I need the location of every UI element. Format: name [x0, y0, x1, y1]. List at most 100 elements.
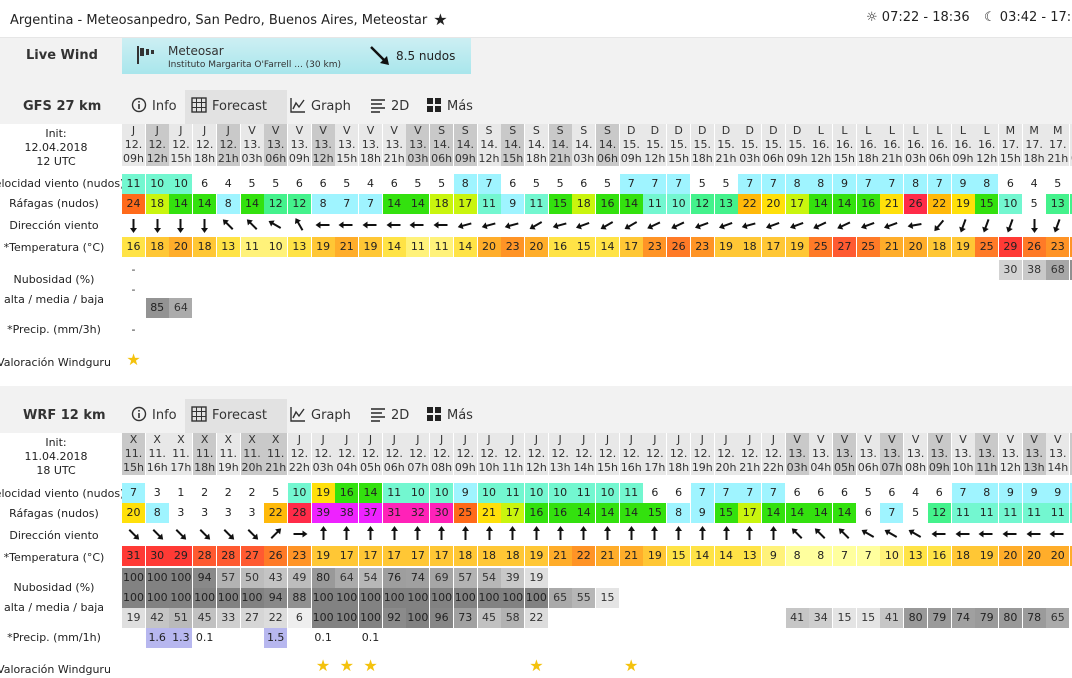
table-icon [191, 402, 207, 422]
temperature-cell: 27 [833, 237, 856, 257]
precipitation-cell: 1.5 [264, 628, 288, 648]
time-header: L 16. 15h [833, 124, 856, 166]
row-label: Valoración Windguru [0, 663, 111, 676]
tab-2d[interactable]: 2D [370, 399, 412, 433]
wind-direction-arrow [620, 524, 643, 544]
temperature-cell: 17 [382, 546, 406, 566]
temperature-cell: 19 [359, 237, 382, 257]
wind-speed-cell: 5 [596, 174, 619, 194]
temperature-cell: 19 [311, 237, 335, 257]
wind-speed-cell: 16 [335, 483, 359, 503]
gust-cell: 24 [122, 194, 145, 214]
wind-direction-arrow [264, 215, 287, 235]
wind-speed-cell: 7 [951, 483, 975, 503]
time-header: J 12. 15h [169, 124, 193, 166]
temperature-cell: 14 [453, 237, 477, 257]
temperature-cell: 28 [216, 546, 240, 566]
wind-direction-arrow [833, 524, 856, 544]
temperature-cell: 14 [714, 546, 738, 566]
temperature-cell: 8 [785, 546, 809, 566]
wind-speed-cell: 7 [714, 483, 738, 503]
tab-forecast[interactable]: Forecast [185, 399, 287, 433]
wind-speed-cell: 10 [548, 483, 572, 503]
tab-info[interactable]: Info [131, 90, 181, 124]
gust-cell: 22 [927, 194, 951, 214]
gust-cell: 28 [287, 503, 311, 523]
init-label: 12.04.2018 [24, 141, 88, 154]
cloud-cover-cell: 6 [287, 608, 311, 628]
cloud-cover-cell: 33 [216, 608, 240, 628]
cloud-cover-cell: 74 [406, 568, 430, 588]
temperature-cell: 9 [761, 546, 785, 566]
time-header: X 11. 19h [216, 433, 240, 475]
table-icon [191, 93, 207, 113]
wind-direction-arrow [525, 524, 548, 544]
wind-speed-cell: 7 [761, 483, 785, 503]
temperature-cell: 25 [975, 237, 999, 257]
time-header: V 13. 04h [809, 433, 833, 475]
cloud-cover-cell: 34 [809, 608, 833, 628]
wind-direction-arrow [572, 524, 595, 544]
wind-speed-cell: 8 [904, 174, 928, 194]
time-header: D 15. 09h [785, 124, 809, 166]
cloud-cover-cell: 100 [311, 608, 335, 628]
cloud-cover-cell: - [131, 283, 136, 296]
row-label: Velocidad viento (nudos) [0, 177, 125, 190]
tab-mas[interactable]: Más [426, 399, 482, 433]
wind-direction-arrow [193, 524, 216, 544]
temperature-cell: 19 [975, 546, 999, 566]
init-label: Init: [45, 127, 67, 140]
temperature-cell: 23 [1046, 237, 1070, 257]
cloud-cover-cell: 100 [524, 588, 548, 608]
wind-direction-arrow [715, 215, 738, 235]
time-header: J 12. 04h [335, 433, 359, 475]
tab-graph[interactable]: Graph [290, 90, 356, 124]
gust-cell: 15 [643, 503, 667, 523]
gust-cell: 11 [643, 194, 667, 214]
time-header: L 16. 18h [856, 124, 880, 166]
tab-label: Graph [311, 408, 351, 423]
cloud-cover-cell: 42 [145, 608, 169, 628]
temperature-cell: 17 [335, 546, 359, 566]
cloud-cover-cell: 100 [453, 588, 477, 608]
tab-mas[interactable]: Más [426, 90, 482, 124]
tab-graph[interactable]: Graph [290, 399, 356, 433]
time-header: L 16. 12h [975, 124, 999, 166]
wind-speed-cell: 8 [975, 174, 999, 194]
temperature-cell: 21 [880, 237, 904, 257]
temperature-cell: 17 [619, 237, 643, 257]
favorite-star-icon[interactable]: ★ [433, 10, 447, 29]
gust-cell: 3 [216, 503, 240, 523]
live-wind-card[interactable]: Meteosar Instituto Margarita O'Farrell .… [122, 38, 471, 74]
wind-direction-arrow [904, 524, 927, 544]
cloud-cover-cell: 57 [453, 568, 477, 588]
spacer [0, 74, 1072, 90]
temperature-cell: 23 [501, 237, 525, 257]
temperature-cell: 14 [690, 546, 714, 566]
wind-speed-cell: 6 [880, 483, 904, 503]
wind-direction-arrow [643, 215, 666, 235]
cloud-cover-cell: 65 [548, 588, 572, 608]
wind-speed-cell: 4 [216, 174, 240, 194]
wind-direction-arrow [549, 215, 572, 235]
tab-info[interactable]: Info [131, 399, 181, 433]
wind-direction-arrow [667, 524, 690, 544]
temperature-cell: 13 [216, 237, 240, 257]
tab-label: Graph [311, 99, 351, 114]
time-header: S 14. 12h [477, 124, 501, 166]
temperature-cell: 23 [643, 237, 667, 257]
temperature-cell: 23 [287, 546, 311, 566]
wind-speed-cell: 8 [975, 483, 999, 503]
wrf-model-title: WRF 12 km [23, 408, 106, 423]
gust-cell: 10 [667, 194, 691, 214]
wind-speed-cell: 10 [287, 483, 311, 503]
tab-forecast[interactable]: Forecast [185, 90, 287, 124]
tab-2d[interactable]: 2D [370, 90, 412, 124]
row-label: *Precip. (mm/3h) [7, 323, 101, 336]
time-header: S 14. 06h [430, 124, 454, 166]
wind-speed-cell: 11 [572, 483, 596, 503]
wind-direction-arrow [738, 215, 761, 235]
time-header: V 13. 12h [311, 124, 335, 166]
time-header: J 12. 21h [738, 433, 762, 475]
gust-cell: 12 [690, 194, 714, 214]
